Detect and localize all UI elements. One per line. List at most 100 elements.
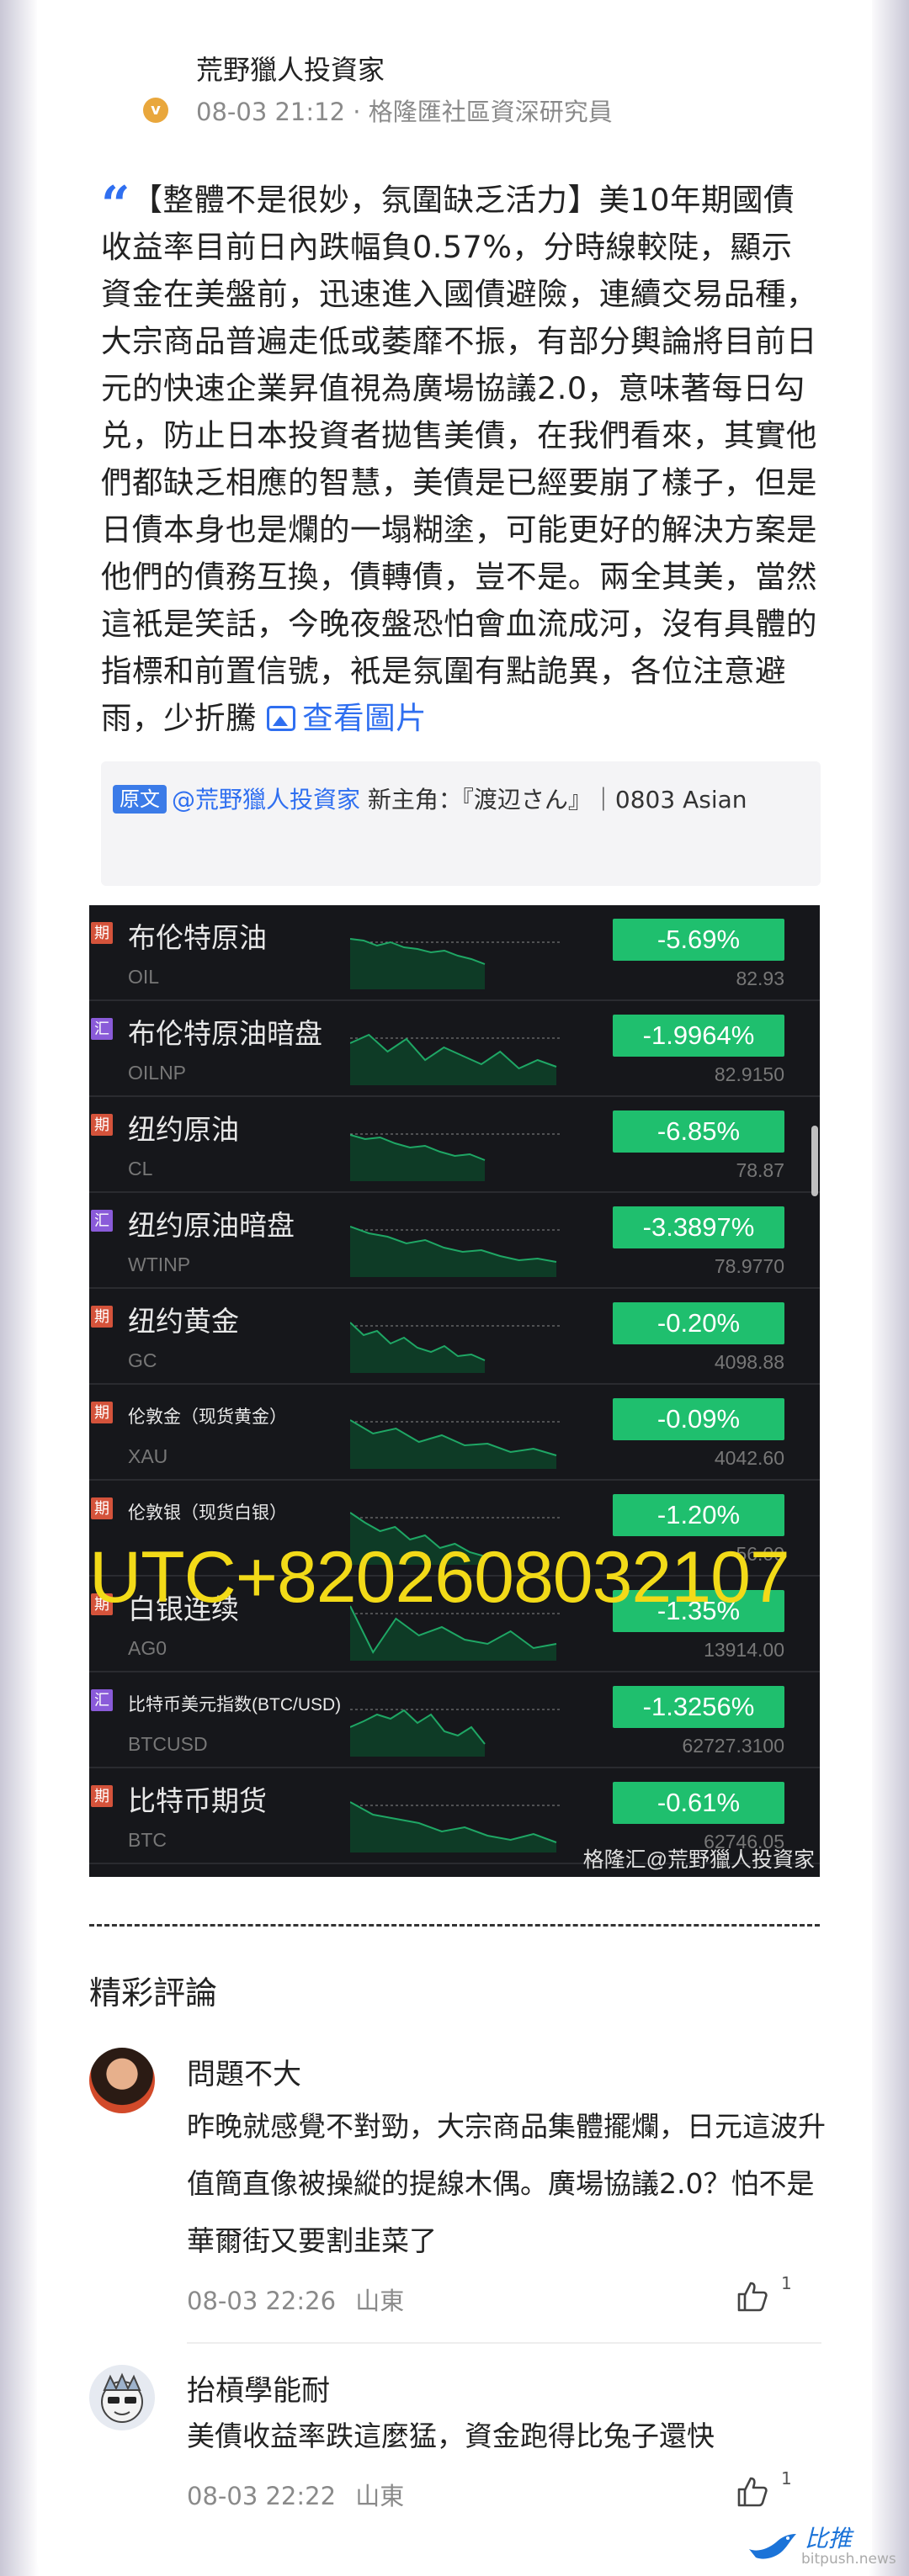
instrument-price: 4042.60 xyxy=(714,1447,784,1469)
change-percent-badge: -0.20% xyxy=(613,1302,784,1344)
instrument-type-tag: 汇 xyxy=(91,1689,113,1711)
sparkline-chart xyxy=(350,938,561,989)
sparkline-area xyxy=(350,1227,556,1277)
instrument-name: 布伦特原油暗盘 xyxy=(128,1018,322,1049)
instrument-name: 纽约原油暗盘 xyxy=(128,1210,295,1241)
instrument-type-tag: 期 xyxy=(91,1497,113,1519)
instrument-code: BTCUSD xyxy=(128,1733,208,1755)
instrument-name: 纽约黄金 xyxy=(128,1306,239,1337)
post-timestamp: 08-03 21:12 xyxy=(196,98,346,126)
author-title: 格隆匯社區資深研究員 xyxy=(368,98,613,126)
instrument-name: 比特币美元指数(BTC/USD) xyxy=(128,1695,342,1715)
quote-row[interactable]: 期纽约原油 CL -6.85% 78.87 xyxy=(89,1097,820,1193)
instrument-code: OIL xyxy=(128,966,160,988)
sparkline-chart xyxy=(350,1226,561,1277)
sparkline-chart xyxy=(350,1033,561,1085)
instrument-name: 伦敦银（现货白银） xyxy=(128,1503,287,1523)
sparkline-chart xyxy=(350,1419,561,1469)
change-percent-badge: -3.3897% xyxy=(613,1206,784,1248)
instrument-code: XAU xyxy=(128,1445,168,1467)
change-percent-badge: -6.85% xyxy=(613,1110,784,1153)
site-watermark: 比推 bitpush.news xyxy=(741,2520,901,2571)
original-tag: 原文 xyxy=(113,785,167,814)
change-percent-badge: -1.20% xyxy=(613,1494,784,1536)
image-icon xyxy=(267,706,296,731)
instrument-code: WTINP xyxy=(128,1254,191,1275)
sparkline-chart xyxy=(350,1709,561,1757)
quote-row[interactable]: 汇纽约原油暗盘 WTINP -3.3897% 78.9770 xyxy=(89,1193,820,1289)
comment-location: 山東 xyxy=(355,2287,405,2315)
original-author-link[interactable]: @荒野獵人投資家 xyxy=(172,786,360,814)
instrument-name: 布伦特原油 xyxy=(128,922,267,953)
instrument-name: 比特币期货 xyxy=(128,1785,267,1816)
change-percent-badge: -5.69% xyxy=(613,919,784,961)
instrument-price: 78.87 xyxy=(736,1159,784,1181)
instrument-code: CL xyxy=(128,1158,153,1179)
market-quotes-image[interactable]: 期比特币期货 BTC -0.61% 62746.05 汇比特币美元指数(BTC/USD)… xyxy=(89,905,820,1877)
instrument-name: 伦敦金（现货黄金） xyxy=(128,1407,287,1427)
post-body: “【整體不是很妙，氛圍缺乏活力】美10年期國債收益率目前日內跌幅負0.57%，分… xyxy=(101,177,821,742)
like-count: 1 xyxy=(781,2468,792,2489)
site-name: 比推 xyxy=(805,2525,853,2552)
timestamp-overlay: UTC+8202608032107 xyxy=(89,1537,790,1618)
instrument-price: 62727.3100 xyxy=(682,1735,784,1757)
author-name[interactable]: 荒野獵人投資家 xyxy=(196,49,385,87)
original-post-quote[interactable]: 原文 @荒野獵人投資家 新主角：『渡辺さん』｜0803 Asian xyxy=(101,761,821,886)
sparkline-chart xyxy=(350,1322,561,1373)
instrument-type-tag: 汇 xyxy=(91,1210,113,1232)
instrument-code: GC xyxy=(128,1349,157,1371)
instrument-type-tag: 期 xyxy=(91,1785,113,1807)
post-text: 【整體不是很妙，氛圍缺乏活力】美10年期國債收益率目前日內跌幅負0.57%，分時… xyxy=(101,182,817,736)
section-divider xyxy=(89,1924,820,1927)
instrument-type-tag: 期 xyxy=(91,1114,113,1136)
meta-separator: · xyxy=(353,98,361,126)
commenter-name[interactable]: 抬槓學能耐 xyxy=(187,2367,330,2409)
view-image-label: 查看圖片 xyxy=(302,700,428,736)
instrument-price: 82.93 xyxy=(736,967,784,989)
instrument-code: BTC xyxy=(128,1829,167,1851)
comment-time: 08-03 22:26 xyxy=(187,2287,337,2315)
instrument-price: 82.9150 xyxy=(714,1063,784,1085)
like-icon[interactable] xyxy=(736,2475,769,2509)
sparkline-area xyxy=(350,1035,556,1085)
quote-row[interactable]: 期布伦特原油 OIL -5.69% 82.93 xyxy=(89,905,820,1001)
comment-meta: 08-03 22:26 山東 xyxy=(187,2282,404,2317)
comment-text: 昨晚就感覺不對勁，大宗商品集體擺爛，日元這波升值簡直像被操縱的提線木偶。廣場協議… xyxy=(187,2110,826,2257)
like-count: 1 xyxy=(781,2273,792,2293)
quote-row[interactable]: 期伦敦金（现货黄金） XAU -0.09% 4042.60 xyxy=(89,1385,820,1481)
commenter-avatar[interactable] xyxy=(89,2365,155,2430)
instrument-price: 4098.88 xyxy=(714,1351,784,1373)
comment-time: 08-03 22:22 xyxy=(187,2482,337,2510)
instrument-type-tag: 汇 xyxy=(91,1018,113,1040)
sparkline-area xyxy=(350,1802,556,1852)
quote-icon: “ xyxy=(101,176,130,235)
quote-row[interactable]: 汇布伦特原油暗盘 OILNP -1.9964% 82.9150 xyxy=(89,1001,820,1097)
sparkline-area xyxy=(350,1135,485,1181)
like-icon[interactable] xyxy=(736,2280,769,2314)
change-percent-badge: -1.3256% xyxy=(613,1686,784,1728)
instrument-type-tag: 期 xyxy=(91,1306,113,1328)
instrument-code: AG0 xyxy=(128,1637,167,1659)
instrument-code: OILNP xyxy=(128,1062,187,1084)
instrument-name: 纽约原油 xyxy=(128,1114,239,1145)
change-percent-badge: -0.09% xyxy=(613,1398,784,1440)
post-meta: 08-03 21:12 · 格隆匯社區資深研究員 xyxy=(196,93,613,128)
site-url: bitpush.news xyxy=(801,2551,896,2568)
instrument-type-tag: 期 xyxy=(91,1402,113,1423)
scrollbar-handle[interactable] xyxy=(811,1126,818,1196)
comments-section-title: 精彩評論 xyxy=(89,1974,218,2012)
verified-badge-icon: v xyxy=(143,98,168,123)
quote-row[interactable]: 期纽约黄金 GC -0.20% 4098.88 xyxy=(89,1289,820,1385)
sparkline-chart xyxy=(350,1801,561,1852)
instrument-type-tag: 期 xyxy=(91,922,113,944)
instrument-price: 13914.00 xyxy=(704,1639,784,1661)
commenter-avatar[interactable] xyxy=(89,2048,155,2113)
original-post-text: 新主角：『渡辺さん』｜0803 Asian xyxy=(360,786,747,814)
quote-row[interactable]: 汇比特币美元指数(BTC/USD) BTCUSD -1.3256% 62727.310… xyxy=(89,1672,820,1768)
comment-separator xyxy=(187,2342,821,2344)
commenter-name[interactable]: 問題不大 xyxy=(187,2051,301,2092)
view-image-link[interactable]: 查看圖片 xyxy=(267,700,427,736)
image-watermark: 格隆汇@荒野獵人投資家 xyxy=(582,1848,815,1872)
change-percent-badge: -1.9964% xyxy=(613,1015,784,1057)
comment-location: 山東 xyxy=(355,2482,405,2510)
